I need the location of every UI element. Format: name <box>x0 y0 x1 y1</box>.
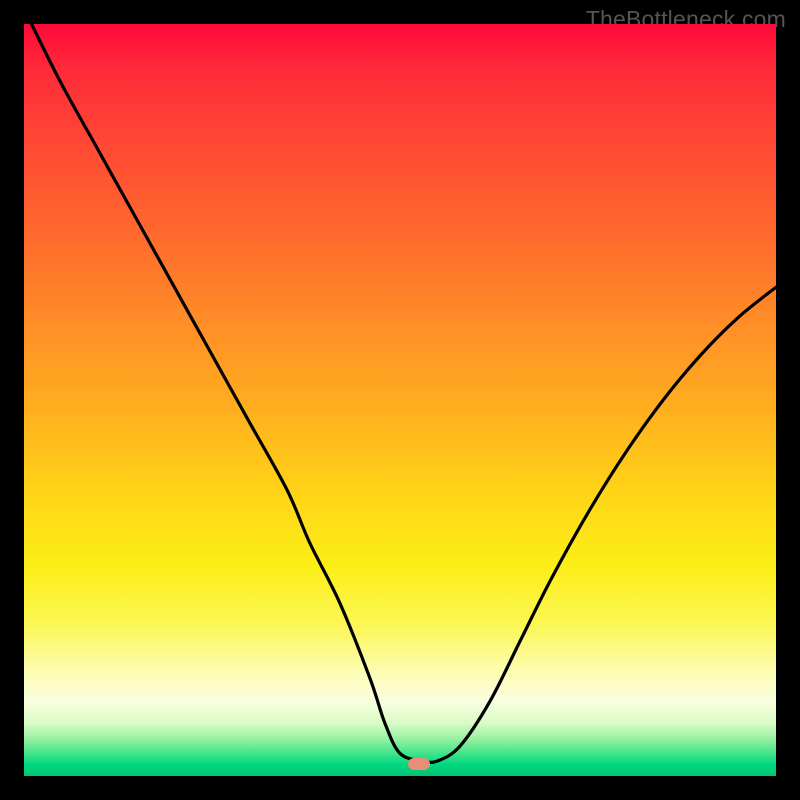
plot-area <box>24 24 776 776</box>
optimal-point-marker <box>408 758 430 770</box>
chart-frame: TheBottleneck.com <box>0 0 800 800</box>
bottleneck-curve <box>24 24 776 776</box>
